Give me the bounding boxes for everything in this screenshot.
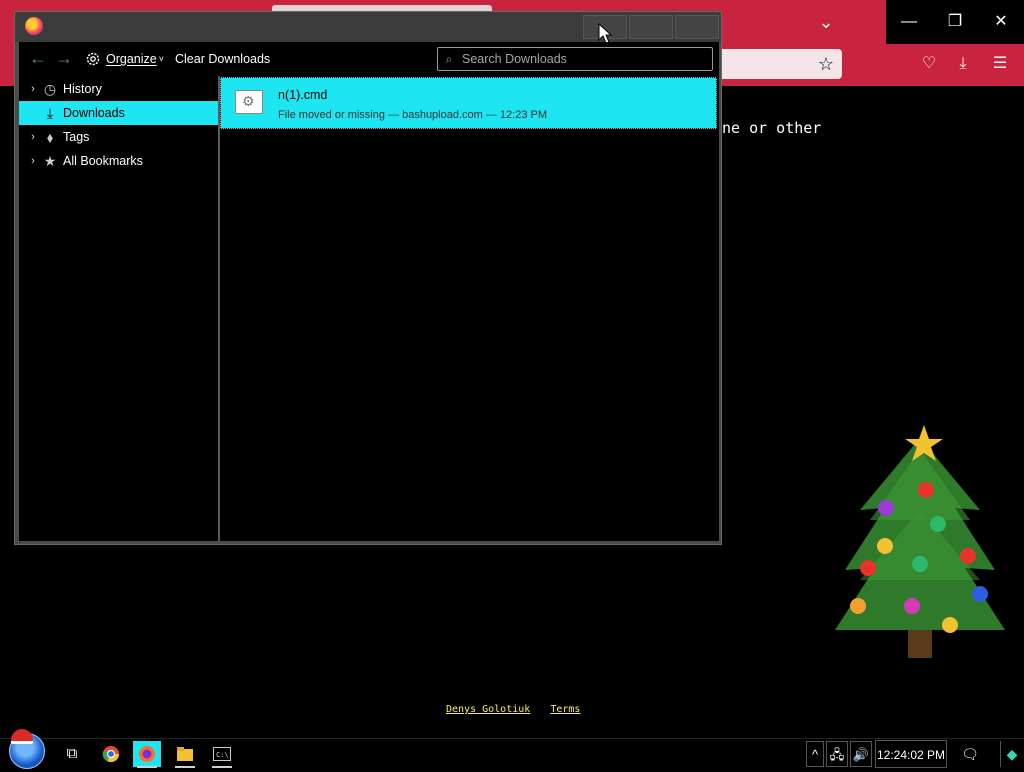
library-sidebar: › ◷ History ⤓ Downloads › ⬧ Tags › ★ All… bbox=[19, 76, 220, 541]
firefox-taskbar-icon[interactable] bbox=[133, 741, 161, 768]
window-controls: — ❐ ✕ bbox=[886, 0, 1024, 44]
footer-link-author[interactable]: Denys Golotiuk bbox=[446, 704, 530, 715]
task-view-icon[interactable]: ⧉ bbox=[58, 741, 86, 767]
search-input[interactable] bbox=[460, 51, 712, 67]
library-titlebar[interactable] bbox=[15, 12, 721, 42]
clock[interactable]: 12:24:02 PM bbox=[875, 740, 947, 768]
clear-downloads-button[interactable]: Clear Downloads bbox=[175, 48, 270, 70]
sidebar-item-label: Downloads bbox=[63, 106, 125, 120]
expand-twisty-icon[interactable]: › bbox=[27, 77, 39, 101]
library-window: ← → Organize ˅ Clear Downloads ⌕ › ◷ His… bbox=[14, 11, 722, 545]
footer-link-terms[interactable]: Terms bbox=[550, 704, 580, 715]
sidebar-item-label: Tags bbox=[63, 130, 90, 144]
christmas-tree-decoration bbox=[835, 425, 1005, 658]
search-icon: ⌕ bbox=[445, 51, 453, 66]
download-filename: n(1).cmd bbox=[278, 88, 328, 102]
chrome-icon[interactable] bbox=[97, 741, 125, 767]
restore-icon[interactable]: ❐ bbox=[932, 0, 978, 44]
tag-icon: ⬧ bbox=[46, 129, 54, 145]
mouse-cursor-icon bbox=[598, 23, 613, 44]
sidebar-item-downloads[interactable]: ⤓ Downloads bbox=[19, 101, 218, 125]
back-arrow-icon[interactable]: ← bbox=[29, 49, 47, 67]
star-icon: ★ bbox=[43, 153, 57, 169]
forward-arrow-icon[interactable]: → bbox=[55, 49, 73, 67]
organize-label: Organize bbox=[106, 52, 157, 66]
sidebar-item-label: History bbox=[63, 82, 102, 96]
network-icon[interactable]: 🖧 bbox=[826, 741, 848, 767]
page-text: ne or other bbox=[722, 119, 822, 137]
library-maximize-button[interactable] bbox=[629, 15, 673, 39]
pocket-icon[interactable]: ♡ bbox=[916, 53, 942, 75]
list-item[interactable]: ⚙ n(1).cmd File moved or missing — bashu… bbox=[220, 77, 717, 129]
bookmark-star-icon[interactable]: ☆ bbox=[814, 53, 838, 75]
firefox-logo-icon bbox=[25, 17, 43, 35]
search-box: ⌕ bbox=[437, 47, 713, 71]
app-tray-icon[interactable]: ◆ bbox=[1000, 741, 1023, 767]
expand-twisty-icon[interactable]: › bbox=[27, 149, 39, 173]
santa-hat-icon bbox=[11, 729, 33, 744]
clock-icon: ◷ bbox=[43, 81, 57, 97]
file-explorer-icon[interactable] bbox=[171, 741, 199, 768]
library-toolbar: ← → Organize ˅ Clear Downloads ⌕ bbox=[19, 42, 719, 76]
library-close-button[interactable] bbox=[675, 15, 719, 39]
expand-twisty-icon[interactable]: › bbox=[27, 125, 39, 149]
download-status: File moved or missing — bashupload.com —… bbox=[278, 109, 548, 121]
sidebar-item-tags[interactable]: › ⬧ Tags bbox=[19, 125, 218, 149]
svg-text:C:\: C:\ bbox=[216, 751, 229, 759]
organize-button[interactable]: Organize ˅ bbox=[85, 48, 164, 70]
downloads-list: ⚙ n(1).cmd File moved or missing — bashu… bbox=[220, 76, 719, 541]
sidebar-item-history[interactable]: › ◷ History bbox=[19, 77, 218, 101]
terminal-icon[interactable]: C:\ bbox=[208, 741, 236, 768]
page-footer: Denys Golotiuk Terms bbox=[446, 704, 594, 715]
menu-icon[interactable]: ☰ bbox=[987, 53, 1013, 75]
close-icon[interactable]: ✕ bbox=[978, 0, 1024, 44]
sidebar-item-label: All Bookmarks bbox=[63, 154, 143, 168]
gear-icon bbox=[86, 52, 100, 66]
sidebar-item-all-bookmarks[interactable]: › ★ All Bookmarks bbox=[19, 149, 218, 173]
minimize-icon[interactable]: — bbox=[886, 0, 932, 44]
download-icon: ⤓ bbox=[46, 105, 54, 121]
downloads-icon[interactable]: ⤓ bbox=[950, 53, 976, 75]
cmd-file-icon: ⚙ bbox=[235, 90, 263, 114]
show-hidden-icons-chevron-icon[interactable]: ^ bbox=[806, 741, 824, 767]
list-all-tabs-icon[interactable]: ⌄ bbox=[812, 10, 840, 34]
notifications-icon[interactable]: 🗨 bbox=[955, 741, 985, 767]
taskbar: ⧉ C:\ ^ 🖧 🔊 12:24:02 PM 🗨 ◆ bbox=[0, 729, 1024, 769]
chevron-down-icon: ˅ bbox=[158, 54, 164, 64]
volume-icon[interactable]: 🔊 bbox=[850, 741, 872, 767]
